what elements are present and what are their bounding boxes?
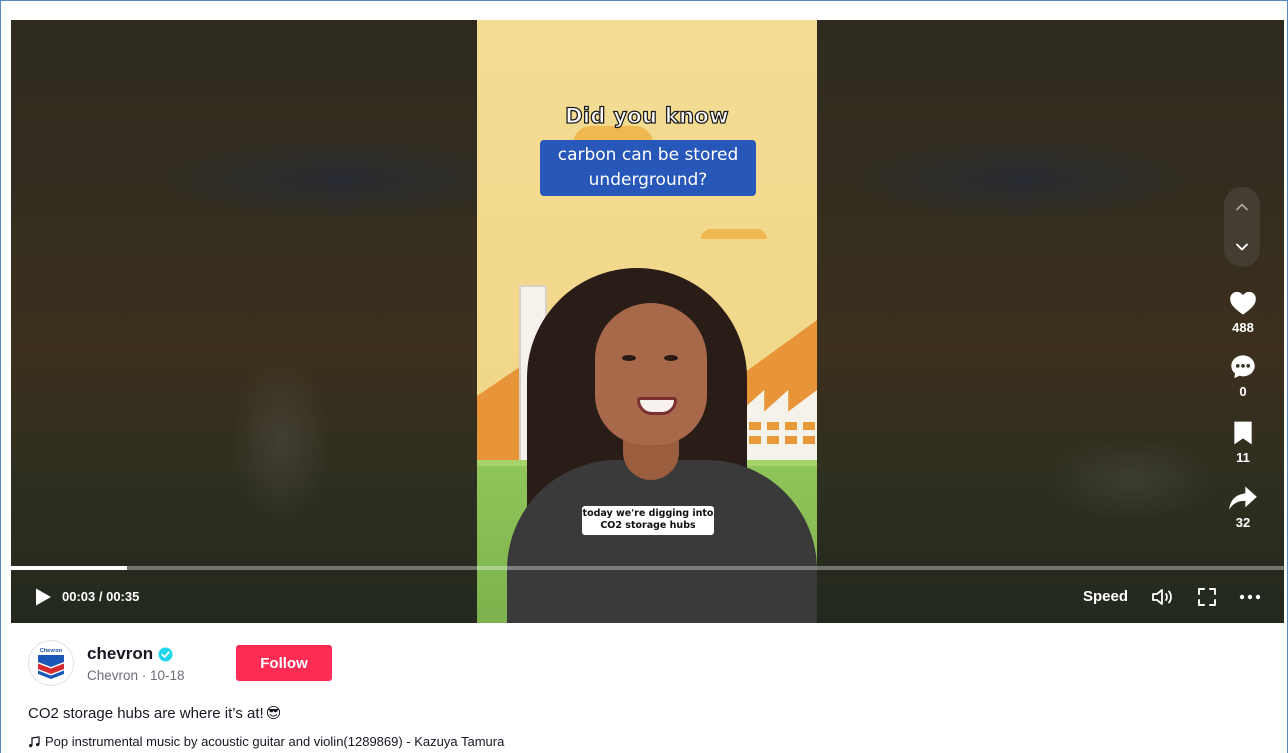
- bookmark-count: 11: [1236, 450, 1250, 465]
- comment-count: 0: [1239, 384, 1247, 399]
- post-description: CO2 storage hubs are where it’s at! 😎: [28, 704, 282, 723]
- speed-button[interactable]: Speed: [1083, 570, 1128, 623]
- chevron-logo-icon: Chevron: [38, 648, 64, 679]
- presenter-eye: [664, 355, 678, 361]
- verified-icon: [158, 646, 173, 662]
- more-icon: [1239, 594, 1261, 599]
- share-action: 32: [1220, 483, 1266, 530]
- share-count: 32: [1235, 515, 1251, 530]
- presenter-eye: [622, 355, 636, 361]
- bookmark-action: 11: [1220, 418, 1266, 465]
- comment-button[interactable]: [1220, 352, 1266, 382]
- share-icon: [1229, 486, 1257, 510]
- music-link[interactable]: Pop instrumental music by acoustic guita…: [28, 734, 504, 749]
- factory-window: [749, 436, 761, 444]
- overlay-box-line2: underground?: [588, 170, 708, 190]
- caption-line1: today we're digging into: [582, 508, 714, 519]
- follow-button[interactable]: Follow: [236, 645, 332, 681]
- separator-dot: ·: [138, 668, 151, 683]
- bookmark-icon: [1234, 421, 1252, 445]
- time-display: 00:03 / 00:35: [62, 570, 139, 623]
- music-text: Pop instrumental music by acoustic guita…: [45, 734, 505, 749]
- like-count: 488: [1232, 320, 1254, 335]
- speed-label: Speed: [1083, 588, 1129, 605]
- factory-window: [767, 436, 779, 444]
- volume-button[interactable]: [1151, 570, 1175, 623]
- post-date: 10-18: [150, 668, 185, 683]
- chevron-down-icon: [1236, 243, 1248, 251]
- play-button[interactable]: [33, 570, 53, 623]
- like-button[interactable]: [1220, 288, 1266, 318]
- factory-window: [785, 422, 797, 430]
- like-action: 488: [1220, 288, 1266, 335]
- overlay-question-box: carbon can be stored underground?: [540, 140, 756, 196]
- music-note-icon: [29, 735, 40, 747]
- factory-window: [785, 436, 797, 444]
- overlay-title: Did you know: [564, 103, 729, 128]
- comment-icon: [1231, 355, 1255, 379]
- volume-icon: [1152, 588, 1172, 605]
- comment-action: 0: [1220, 352, 1266, 399]
- more-options-button[interactable]: [1239, 570, 1261, 623]
- fullscreen-icon: [1198, 587, 1216, 606]
- video-frame[interactable]: Did you know carbon can be stored underg…: [477, 20, 817, 623]
- heart-icon: [1230, 291, 1256, 315]
- video-info: Chevron chevron Chevron · 10-18 Follow C…: [11, 623, 1284, 753]
- factory-window: [803, 422, 815, 430]
- background-dim-left: [11, 20, 477, 623]
- fullscreen-button[interactable]: [1197, 570, 1217, 623]
- bookmark-button[interactable]: [1220, 418, 1266, 448]
- player-controls: 00:03 / 00:35 Speed: [11, 570, 1284, 623]
- video-player[interactable]: Did you know carbon can be stored underg…: [11, 20, 1284, 623]
- share-button[interactable]: [1220, 483, 1266, 513]
- caption-line2: CO2 storage hubs: [600, 520, 696, 531]
- overlay-box-line1: carbon can be stored: [557, 145, 739, 165]
- factory-window: [749, 422, 761, 430]
- author-avatar[interactable]: Chevron: [28, 640, 74, 686]
- subtitle-caption: today we're digging into CO2 storage hub…: [582, 506, 714, 535]
- author-username[interactable]: chevron: [87, 644, 173, 664]
- background-dim-right: [817, 20, 1284, 623]
- factory-window: [767, 422, 779, 430]
- author-subline: Chevron · 10-18: [87, 668, 185, 683]
- video-navigation: [1224, 187, 1260, 267]
- sunglasses-emoji: 😎: [265, 705, 282, 722]
- factory-window: [803, 436, 815, 444]
- avatar-text: Chevron: [40, 648, 63, 654]
- author-display-name: Chevron: [87, 668, 139, 683]
- username-text: chevron: [87, 644, 154, 663]
- next-video-button[interactable]: [1224, 229, 1260, 265]
- play-icon: [36, 588, 51, 605]
- presenter-face: [595, 303, 707, 445]
- time-text: 00:03 / 00:35: [62, 589, 140, 604]
- cloud-shape: [701, 229, 767, 239]
- chevron-up-icon: [1236, 203, 1248, 211]
- previous-video-button[interactable]: [1224, 189, 1260, 225]
- description-text: CO2 storage hubs are where it’s at!: [28, 704, 264, 722]
